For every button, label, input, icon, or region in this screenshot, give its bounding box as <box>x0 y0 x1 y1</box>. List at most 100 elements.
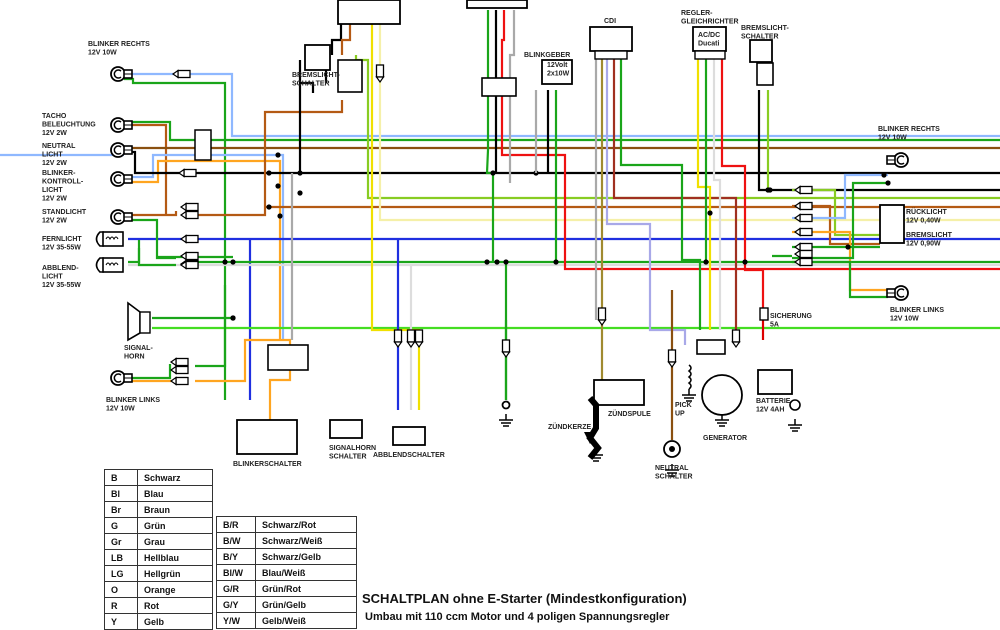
connector-br-rear <box>799 201 813 211</box>
connector-br <box>185 202 199 212</box>
legend-code: LG <box>104 565 138 582</box>
ground-icon <box>715 414 729 427</box>
junction-dot <box>230 315 236 321</box>
regulator-plug <box>694 50 726 60</box>
connector-g-vert <box>501 339 511 353</box>
legend-row: Br Braun <box>104 501 213 518</box>
main-switch-top <box>466 0 528 9</box>
horn-switch <box>329 419 363 439</box>
label-bremslicht-schalter-hinten: BREMSLICHT-SCHALTER <box>741 25 790 41</box>
legend-code: G/R <box>216 580 256 597</box>
legend-row: Y Gelb <box>104 613 213 630</box>
wire-br <box>612 55 738 330</box>
connector-tip <box>793 227 801 237</box>
legend-name: Grün/Rot <box>255 580 357 597</box>
legend-name: Schwarz/Rot <box>255 516 357 533</box>
ground-icon <box>499 414 513 427</box>
handlebar-connector-left <box>267 344 309 371</box>
legend-code: Bl/W <box>216 564 256 581</box>
bulb-glass <box>110 209 126 225</box>
label-standlicht: STANDLICHT 12V 2W <box>42 209 87 225</box>
junction-dot <box>484 259 490 265</box>
junction-dot <box>277 213 283 219</box>
connector-yw <box>375 64 385 78</box>
diagram-subtitle: Umbau mit 110 ccm Motor und 4 poligen Sp… <box>365 611 670 623</box>
pickup-coil-icon <box>687 364 692 390</box>
connector-tip <box>179 210 187 220</box>
legend-name: Schwarz/Weiß <box>255 532 357 549</box>
legend-code: Bl <box>104 485 138 502</box>
tail-light-unit <box>879 204 905 244</box>
wire-r <box>720 55 765 310</box>
connector-g2-rear <box>799 257 813 267</box>
legend-name: Grün/Gelb <box>255 596 357 613</box>
legend-row: Y/W Gelb/Weiß <box>216 612 357 629</box>
wire-br <box>124 123 168 215</box>
ignition-switch <box>337 0 401 25</box>
legend-code: Y <box>104 613 138 630</box>
junction-dot <box>222 259 228 265</box>
label-blinkgeber: BLINKGEBER <box>524 52 570 59</box>
legend-code: Br <box>104 501 138 518</box>
legend-code: G <box>104 517 138 534</box>
dimmer-switch <box>392 426 426 446</box>
legend-name: Rot <box>137 597 213 614</box>
legend-row: G/R Grün/Rot <box>216 580 357 597</box>
blinker-switch <box>236 419 298 455</box>
rear-brake-connector <box>756 62 774 86</box>
horn-icon <box>127 301 141 342</box>
cdi-unit <box>589 26 633 52</box>
junction-dot <box>297 190 303 196</box>
connector-tip <box>793 201 801 211</box>
legend-row: LB Hellblau <box>104 549 213 566</box>
wire-yw <box>378 10 1000 222</box>
junction-dot <box>881 172 887 178</box>
junction-dot <box>503 259 509 265</box>
junction-dot <box>275 152 281 158</box>
legend-name: Braun <box>137 501 213 518</box>
legend-name: Orange <box>137 581 213 598</box>
connector-tip <box>169 357 177 367</box>
junction-dot <box>266 204 272 210</box>
legend-code: B/R <box>216 516 256 533</box>
legend-row: R Rot <box>104 597 213 614</box>
ground-icon <box>682 389 696 402</box>
legend-row: LG Hellgrün <box>104 565 213 582</box>
connector-w-vert <box>406 329 416 343</box>
connector-br <box>185 210 199 220</box>
legend-row: Bl Blau <box>104 485 213 502</box>
connector-tip <box>793 185 801 195</box>
connector-bl <box>185 234 199 244</box>
wire-lb <box>792 173 888 220</box>
label-pickup: PICK UP <box>675 402 692 418</box>
legend-code: Y/W <box>216 612 256 629</box>
legend-name: Grau <box>137 533 213 550</box>
legend-name: Grün <box>137 517 213 534</box>
connector-tip <box>793 242 801 252</box>
label-sicherung: SICHERUNG 5A <box>770 313 813 329</box>
junction-dot <box>275 183 281 189</box>
wire-g <box>124 120 1000 142</box>
handlebar-connector-top <box>481 77 517 97</box>
blinker-control-bulb <box>110 171 133 187</box>
connector-tip <box>414 341 424 349</box>
battery-terminal <box>789 399 801 411</box>
junction-dot <box>494 259 500 265</box>
color-legend-single: B Schwarz Bl Blau Br Braun G Grün Gr Grau LB Hellbl… <box>104 469 213 630</box>
wire-bw <box>605 55 687 345</box>
connector-o-rear <box>799 227 813 237</box>
handlebar-connector-right <box>337 59 363 93</box>
dash-connector <box>194 129 212 161</box>
neutral-switch-center <box>669 446 675 452</box>
generator-icon <box>701 374 743 416</box>
connector-tip <box>375 76 385 84</box>
label-blinkgeber-spec: 12Volt 2x10W <box>547 62 570 78</box>
legend-row: B/R Schwarz/Rot <box>216 516 357 533</box>
legend-name: Blau <box>137 485 213 502</box>
bulb-glass <box>110 66 126 82</box>
junction-dot <box>490 170 496 176</box>
connector-tip <box>501 351 511 359</box>
legend-name: Gelb/Weiß <box>255 612 357 629</box>
connector-tip <box>177 168 185 178</box>
junction-dot <box>845 244 851 250</box>
